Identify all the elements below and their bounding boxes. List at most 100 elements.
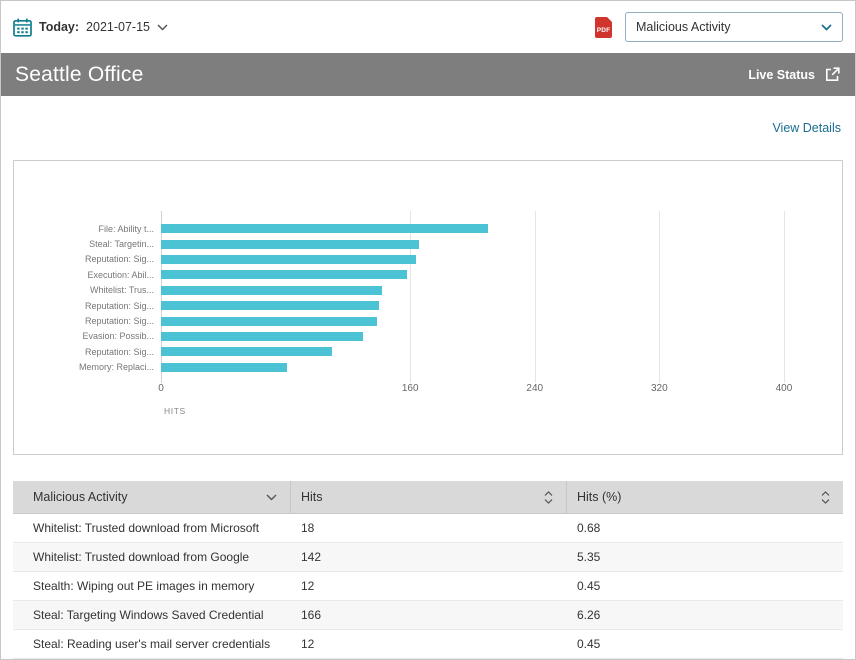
table-row[interactable]: Whitelist: Trusted download from Microso… — [13, 514, 843, 543]
cell-activity: Stealth: Wiping out PE images in memory — [13, 572, 291, 600]
bar-track — [161, 240, 840, 249]
bar-track — [161, 270, 840, 279]
x-tick-label: 240 — [526, 383, 543, 394]
column-header-3[interactable]: Hits (%) — [567, 481, 843, 513]
site-header: Seattle Office Live Status — [1, 53, 855, 96]
cell-activity: Steal: Targeting Windows Saved Credentia… — [13, 601, 291, 629]
bar-category-label: Reputation: Sig... — [14, 301, 161, 311]
bar-track — [161, 301, 840, 310]
sort-updown-icon — [544, 491, 553, 504]
chart-bar-row: Reputation: Sig... — [14, 344, 842, 359]
column-header-label: Hits (%) — [577, 490, 621, 504]
bar-category-label: Evasion: Possib... — [14, 331, 161, 341]
bar[interactable] — [161, 301, 379, 310]
column-header-label: Hits — [301, 490, 323, 504]
chevron-down-icon — [266, 494, 277, 501]
column-header-label: Malicious Activity — [33, 490, 127, 504]
chart-bar-row: Reputation: Sig... — [14, 313, 842, 328]
topbar-right: PDF Malicious Activity — [595, 12, 843, 42]
bar-category-label: Whitelist: Trus... — [14, 285, 161, 295]
date-value: 2021-07-15 — [86, 20, 150, 34]
chart-bar-row: Reputation: Sig... — [14, 252, 842, 267]
cell-hits-pct: 0.68 — [567, 514, 843, 542]
cell-hits: 142 — [291, 543, 567, 571]
cell-hits-pct: 0.45 — [567, 630, 843, 658]
report-page: Today: 2021-07-15 PDF Malicious Activity… — [0, 0, 856, 660]
report-type-select[interactable]: Malicious Activity — [625, 12, 843, 42]
chart-bar-row: Memory: Replaci... — [14, 360, 842, 375]
bar-category-label: Reputation: Sig... — [14, 347, 161, 357]
chevron-down-icon — [821, 24, 832, 31]
cell-hits-pct: 5.35 — [567, 543, 843, 571]
view-details-row: View Details — [1, 96, 855, 160]
live-status-label: Live Status — [748, 68, 815, 82]
cell-hits-pct: 6.26 — [567, 601, 843, 629]
external-link-icon — [824, 66, 841, 83]
x-tick-label: 160 — [402, 383, 419, 394]
bar-track — [161, 347, 840, 356]
chart-bar-row: File: Ability t... — [14, 221, 842, 236]
malicious-activity-bar-chart: File: Ability t... Steal: Targetin... Repu… — [14, 161, 842, 416]
date-picker[interactable]: Today: 2021-07-15 — [13, 18, 168, 37]
chart-panel: File: Ability t... Steal: Targetin... Repu… — [13, 160, 843, 455]
bar-category-label: Execution: Abil... — [14, 270, 161, 280]
x-tick-label: 400 — [776, 383, 793, 394]
cell-hits: 166 — [291, 601, 567, 629]
cell-hits: 12 — [291, 630, 567, 658]
today-label: Today: — [39, 20, 79, 34]
calendar-icon — [13, 18, 32, 37]
live-status-button[interactable]: Live Status — [748, 66, 841, 83]
x-axis-ticks: 0 160 240 320 400 — [161, 383, 840, 397]
bar[interactable] — [161, 270, 407, 279]
x-tick-label: 320 — [651, 383, 668, 394]
pdf-export-icon[interactable]: PDF — [595, 17, 612, 38]
bar-category-label: Steal: Targetin... — [14, 239, 161, 249]
cell-hits-pct: 0.45 — [567, 572, 843, 600]
cell-activity: Whitelist: Trusted download from Microso… — [13, 514, 291, 542]
bar-track — [161, 255, 840, 264]
bar[interactable] — [161, 255, 416, 264]
bar-track — [161, 363, 840, 372]
view-details-link[interactable]: View Details — [772, 121, 841, 135]
chart-bar-row: Steal: Targetin... — [14, 236, 842, 251]
x-axis-label: HITS — [164, 406, 842, 416]
bar-category-label: Reputation: Sig... — [14, 316, 161, 326]
bar[interactable] — [161, 363, 287, 372]
chart-bar-row: Execution: Abil... — [14, 267, 842, 282]
table-body: Whitelist: Trusted download from Microso… — [13, 514, 843, 659]
chevron-down-icon — [157, 24, 168, 31]
table-header-row: Malicious Activity Hits Hits (%) — [13, 481, 843, 514]
chart-bar-row: Whitelist: Trus... — [14, 283, 842, 298]
x-tick-label: 0 — [158, 383, 164, 394]
table-row[interactable]: Whitelist: Trusted download from Google1… — [13, 543, 843, 572]
table-row[interactable]: Steal: Targeting Windows Saved Credentia… — [13, 601, 843, 630]
bar-category-label: Memory: Replaci... — [14, 362, 161, 372]
bar-track — [161, 317, 840, 326]
bar[interactable] — [161, 347, 332, 356]
bar-category-label: Reputation: Sig... — [14, 254, 161, 264]
table-row[interactable]: Steal: Reading user's mail server creden… — [13, 630, 843, 659]
sort-updown-icon — [821, 491, 830, 504]
column-header-2[interactable]: Hits — [291, 481, 567, 513]
bar[interactable] — [161, 240, 419, 249]
chart-bar-row: Reputation: Sig... — [14, 298, 842, 313]
bar-track — [161, 332, 840, 341]
bar[interactable] — [161, 286, 382, 295]
bar[interactable] — [161, 224, 488, 233]
bar-track — [161, 286, 840, 295]
chart-rows: File: Ability t... Steal: Targetin... Repu… — [14, 221, 842, 375]
column-header-1[interactable]: Malicious Activity — [13, 481, 291, 513]
bar[interactable] — [161, 317, 377, 326]
bar-track — [161, 224, 840, 233]
chart-bar-row: Evasion: Possib... — [14, 329, 842, 344]
report-select-value: Malicious Activity — [636, 20, 730, 34]
table-row[interactable]: Stealth: Wiping out PE images in memory1… — [13, 572, 843, 601]
pdf-fold-corner — [607, 17, 612, 22]
topbar: Today: 2021-07-15 PDF Malicious Activity — [1, 1, 855, 53]
malicious-activity-table: Malicious Activity Hits Hits (%) Whitelist… — [13, 481, 843, 659]
bar[interactable] — [161, 332, 363, 341]
pdf-label: PDF — [597, 27, 611, 38]
cell-activity: Steal: Reading user's mail server creden… — [13, 630, 291, 658]
bar-category-label: File: Ability t... — [14, 224, 161, 234]
cell-hits: 18 — [291, 514, 567, 542]
